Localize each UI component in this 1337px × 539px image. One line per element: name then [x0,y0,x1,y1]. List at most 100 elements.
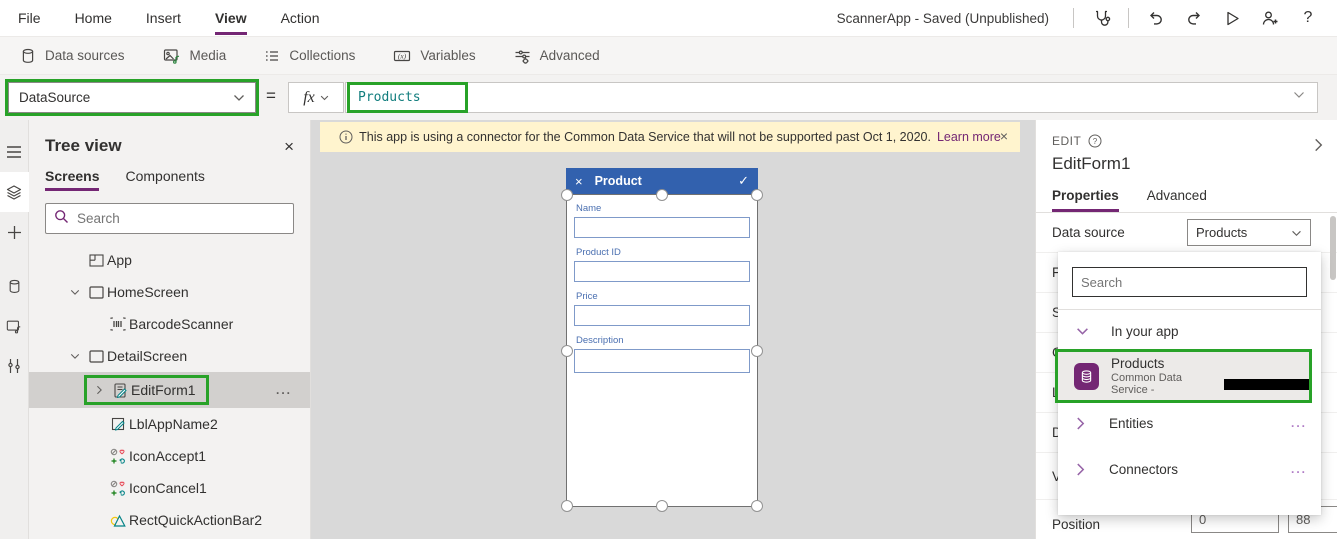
field-input[interactable] [574,305,750,326]
ribbon-data-sources[interactable]: Data sources [20,48,125,64]
menu-home[interactable]: Home [75,2,112,35]
help-icon[interactable]: ? [1289,3,1327,33]
help-circle-icon[interactable]: ? [1088,134,1102,148]
chevron-down-icon[interactable] [65,353,85,360]
redo-icon[interactable] [1175,3,1213,33]
item-more-ellipsis[interactable]: ... [276,383,292,397]
chevron-right-icon [1076,463,1085,476]
canvas-area: This app is using a connector for the Co… [312,120,1035,539]
field-label: Name [576,203,602,214]
tree-item-lblappname2[interactable]: LblAppName2 [29,408,310,440]
tree-item-editform1[interactable]: EditForm1 ... [29,372,310,408]
shapes-icon [107,513,129,528]
tree-item-detailscreen[interactable]: DetailScreen [29,340,310,372]
resize-handle-bottom-left[interactable] [561,500,573,512]
formula-input[interactable]: Products [345,82,1318,113]
icons-set-icon [107,480,129,496]
tree-item-iconaccept1[interactable]: IconAccept1 [29,440,310,472]
media-rail-icon[interactable] [0,306,29,346]
resize-handle-top-right[interactable] [751,189,763,201]
menu-file[interactable]: File [18,2,41,35]
edit-form-icon [109,382,131,398]
ribbon-variables[interactable]: (x) Variables [393,48,476,64]
edit-form[interactable]: Name Product ID Price Description [566,194,758,373]
banner-close-icon[interactable]: × [1000,128,1008,144]
group-connectors[interactable]: Connectors ... [1058,446,1321,492]
ribbon-collections[interactable]: Collections [264,48,355,64]
resize-handle-bottom-right[interactable] [751,500,763,512]
chevron-down-icon [1291,225,1302,240]
data-rail-icon[interactable] [0,266,29,306]
more-ellipsis[interactable]: ... [1291,416,1307,430]
database-icon [20,48,36,64]
group-entities[interactable]: Entities ... [1058,400,1321,446]
tree-item-iconcancel1[interactable]: IconCancel1 [29,472,310,504]
media-icon [163,48,181,64]
panel-scrollbar[interactable] [1330,216,1336,280]
tree-item-label: App [107,252,132,268]
tree-search-input[interactable] [77,211,285,226]
learn-more-link[interactable]: Learn more [937,130,1001,144]
resize-handle-mid-left[interactable] [561,344,573,357]
chevron-down-icon[interactable] [65,289,85,296]
tree-item-label: DetailScreen [107,348,188,364]
tree-item-barcodescanner[interactable]: BarcodeScanner [29,308,310,340]
main-area: Tree view × Screens Components Search Ap… [0,120,1337,539]
more-ellipsis[interactable]: ... [1291,462,1307,476]
field-input[interactable] [574,217,750,238]
selected-control-name: EditForm1 [1052,154,1131,173]
resize-handle-bottom-mid[interactable] [656,500,668,512]
app-checker-icon[interactable] [1082,3,1120,33]
preview-play-icon[interactable] [1213,3,1251,33]
field-input[interactable] [574,349,750,373]
tab-properties[interactable]: Properties [1052,188,1119,212]
menu-action[interactable]: Action [281,2,320,35]
insert-plus-icon[interactable] [0,212,29,252]
menu-view[interactable]: View [214,2,247,35]
menu-items: File Home Insert View Action [0,2,320,35]
flyout-search-input[interactable] [1073,274,1306,290]
hamburger-menu-icon[interactable] [0,132,29,172]
field-input[interactable] [574,261,750,282]
info-icon [339,130,353,144]
formula-expand-chevron-icon[interactable] [1293,91,1305,99]
tree-search-box[interactable] [45,203,294,234]
ribbon-media[interactable]: Media [163,48,226,64]
collections-list-icon [264,48,280,64]
formula-value[interactable]: Products [347,82,468,113]
advanced-tools-rail-icon[interactable] [0,346,29,386]
accept-check-icon[interactable]: ✓ [738,173,749,189]
resize-handle-top-mid[interactable] [656,189,668,201]
tree-view-rail-icon[interactable] [0,172,29,212]
search-icon [54,209,69,229]
collapse-panel-chevron-icon[interactable] [1314,138,1323,157]
tab-components[interactable]: Components [125,168,204,191]
resize-handle-top-left[interactable] [561,189,573,201]
chevron-right-icon[interactable] [89,385,109,395]
group-in-your-app[interactable]: In your app [1058,310,1321,352]
tree-close-icon[interactable]: × [284,138,294,155]
tree-view-title: Tree view [45,136,122,155]
datasource-option-products[interactable]: Products Common Data Service - [1055,349,1312,403]
tree-item-rectquickactionbar2[interactable]: RectQuickActionBar2 [29,504,310,536]
tab-advanced[interactable]: Advanced [1147,188,1207,212]
row-label: Data source [1052,225,1125,240]
tree-item-app[interactable]: App [29,244,310,276]
fx-dropdown[interactable]: fx [288,82,344,113]
undo-icon[interactable] [1137,3,1175,33]
tree-item-label: HomeScreen [107,284,189,300]
tab-screens[interactable]: Screens [45,168,100,191]
menu-insert[interactable]: Insert [146,2,181,35]
flyout-search-box[interactable] [1072,267,1307,297]
ribbon-advanced[interactable]: Advanced [514,48,600,64]
phone-screen-preview[interactable]: × Product ✓ Name Product ID Price Descri… [566,168,758,507]
advanced-sliders-icon [514,48,531,64]
data-source-dropdown[interactable]: Products [1187,219,1311,246]
tree-item-homescreen[interactable]: HomeScreen [29,276,310,308]
properties-panel: EDIT ? EditForm1 Properties Advanced Dat… [1035,120,1337,539]
resize-handle-mid-right[interactable] [751,344,763,357]
share-add-user-icon[interactable] [1251,3,1289,33]
data-source-value: Products [1196,225,1248,240]
property-selector-dropdown[interactable]: DataSource [5,79,259,116]
cancel-icon[interactable]: × [575,174,583,189]
